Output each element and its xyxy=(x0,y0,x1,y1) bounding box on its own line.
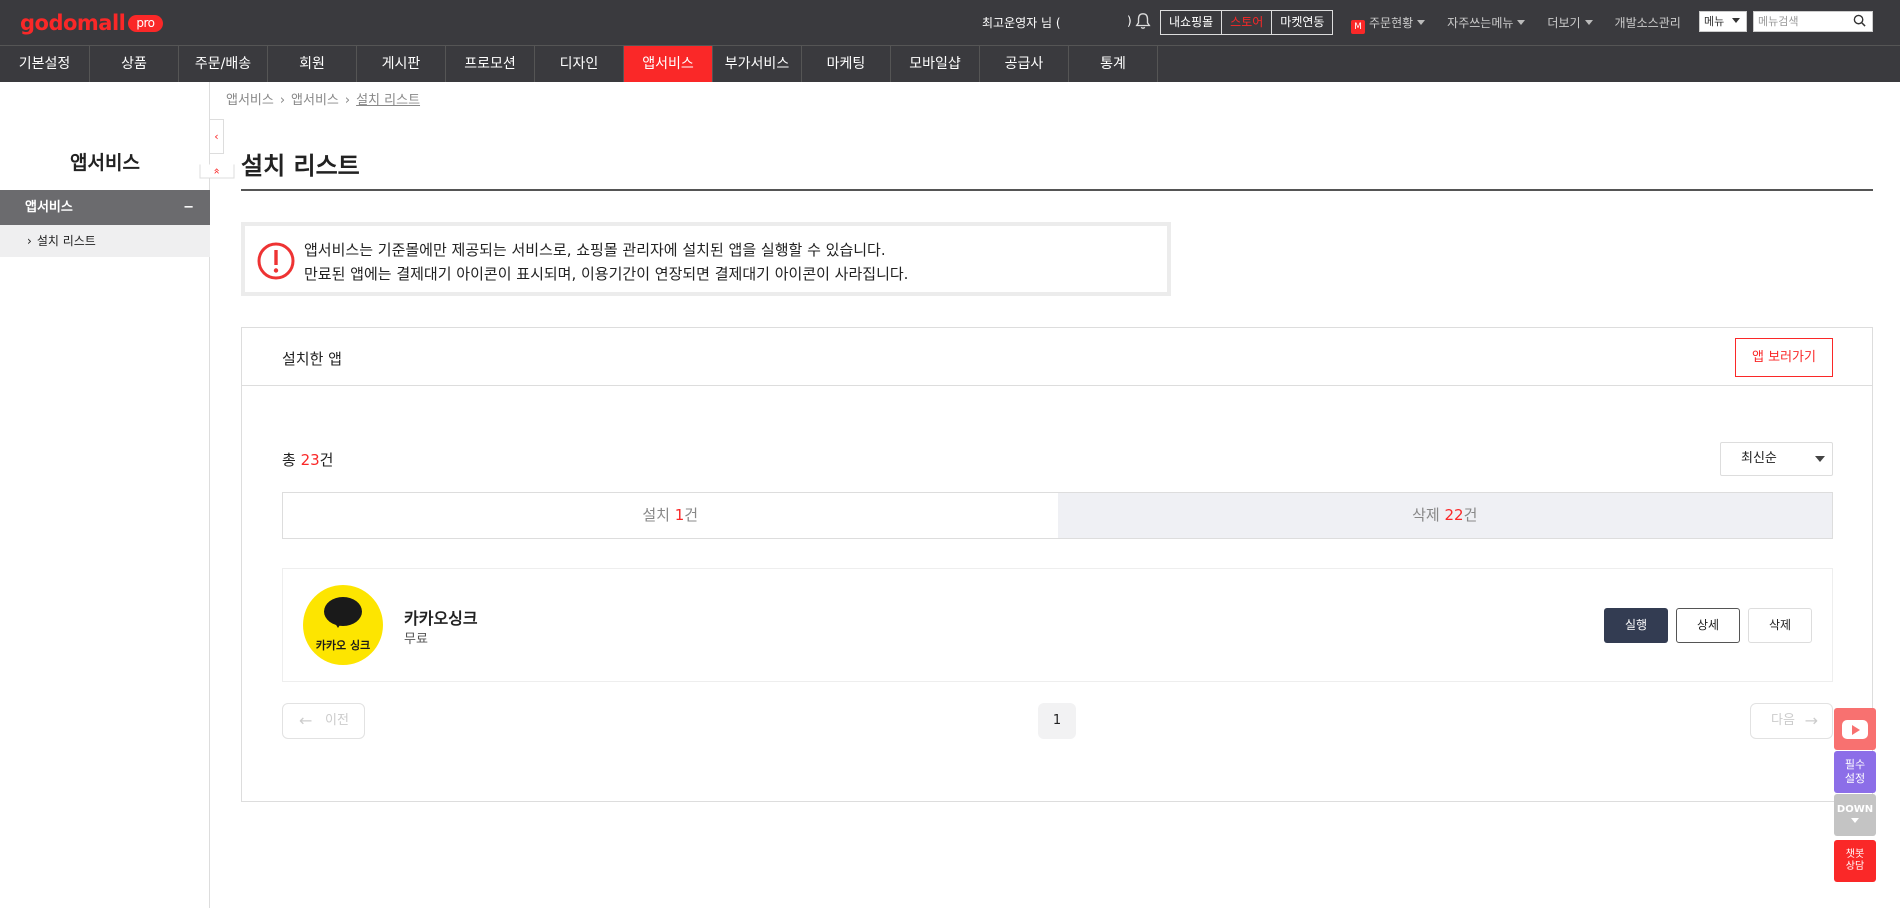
prev-page-button[interactable]: ← 이전 xyxy=(282,703,365,739)
breadcrumb-item[interactable]: 앱서비스 xyxy=(291,93,339,108)
caret-down-icon xyxy=(1584,20,1593,25)
list-item: 카카오 싱크 카카오싱크 무료 실행 상세 삭제 xyxy=(282,568,1833,682)
search-icon[interactable] xyxy=(1853,14,1866,27)
youtube-icon xyxy=(1842,720,1868,739)
admin-name: 최고운영자 님 ( xyxy=(982,16,1061,30)
nav-item-statistics[interactable]: 통계 xyxy=(1069,46,1158,82)
app-price: 무료 xyxy=(404,632,428,647)
my-shop-button[interactable]: 내쇼핑몰 xyxy=(1161,11,1223,34)
arrow-right-icon: → xyxy=(1804,711,1818,730)
tab-deleted[interactable]: 삭제 22건 xyxy=(1057,493,1832,538)
order-status-link[interactable]: M 주문현황 xyxy=(1351,14,1426,34)
sidebar-title: 앱서비스 xyxy=(70,152,140,174)
logo[interactable]: godomall pro xyxy=(20,11,163,35)
sidebar-item-install-list[interactable]: › 설치 리스트 xyxy=(0,225,210,257)
caret-down-icon xyxy=(1517,20,1526,25)
collapse-sidebar-icon[interactable]: ‹ xyxy=(210,119,224,154)
card-header: 설치한 앱 앱 보러가기 xyxy=(242,328,1872,386)
nav-item-supplier[interactable]: 공급사 xyxy=(980,46,1069,82)
dev-source-link[interactable]: 개발소스관리 xyxy=(1615,14,1681,34)
nav-item-products[interactable]: 상품 xyxy=(90,46,179,82)
store-button[interactable]: 스토어 xyxy=(1222,11,1273,34)
more-link[interactable]: 더보기 xyxy=(1547,14,1593,34)
logo-pro-badge: pro xyxy=(128,15,163,32)
nav-item-promotion[interactable]: 프로모션 xyxy=(446,46,535,82)
sort-select[interactable]: 최신순 xyxy=(1720,442,1833,476)
notice-text: 앱서비스는 기준몰에만 제공되는 서비스로, 쇼핑몰 관리자에 설치된 앱을 실… xyxy=(304,241,886,259)
breadcrumb-item[interactable]: 앱서비스 xyxy=(226,93,274,108)
page-number[interactable]: 1 xyxy=(1038,703,1076,739)
breadcrumb-current[interactable]: 설치 리스트 xyxy=(356,93,420,108)
app-name: 카카오싱크 xyxy=(404,609,478,628)
notice-box: 앱서비스는 기준몰에만 제공되는 서비스로, 쇼핑몰 관리자에 설치된 앱을 실… xyxy=(241,222,1171,296)
detail-button[interactable]: 상세 xyxy=(1676,608,1740,643)
caret-down-icon xyxy=(1851,818,1859,823)
chatbot-button[interactable]: 챗봇 상담 xyxy=(1834,840,1876,882)
nav-item-marketing[interactable]: 마케팅 xyxy=(802,46,891,82)
page-title: 설치 리스트 xyxy=(241,152,360,180)
installed-apps-card: 설치한 앱 앱 보러가기 총 23건 최신순 설치 1건 삭제 22건 카카오 … xyxy=(241,327,1873,802)
market-link-button[interactable]: 마켓연동 xyxy=(1272,11,1332,34)
top-links: M 주문현황 자주쓰는메뉴 더보기 개발소스관리 xyxy=(1351,14,1681,34)
top-button-group: 내쇼핑몰 스토어 마켓연동 xyxy=(1160,10,1334,35)
exclamation-icon xyxy=(257,242,295,280)
nav-item-design[interactable]: 디자인 xyxy=(535,46,624,82)
chevron-right-icon: › xyxy=(279,93,286,108)
frequent-menu-link[interactable]: 자주쓰는메뉴 xyxy=(1447,14,1526,34)
caret-down-icon xyxy=(1417,20,1426,25)
title-divider xyxy=(241,189,1873,191)
collapse-icon[interactable]: − xyxy=(183,190,194,225)
browse-apps-button[interactable]: 앱 보러가기 xyxy=(1735,338,1833,377)
nav-item-orders[interactable]: 주문/배송 xyxy=(179,46,268,82)
nav-item-mobile-shop[interactable]: 모바일샵 xyxy=(891,46,980,82)
top-bar: godomall pro 최고운영자 님 ( ) 내쇼핑몰 스토어 마켓연동 M주… xyxy=(0,0,1900,45)
admin-name-close: ) xyxy=(1127,14,1132,28)
card-title: 설치한 앱 xyxy=(282,350,342,368)
sidebar-fold-controls: ‹ « xyxy=(199,119,235,189)
nav-item-basic-settings[interactable]: 기본설정 xyxy=(0,46,90,82)
nav-item-members[interactable]: 회원 xyxy=(268,46,357,82)
breadcrumb: 앱서비스 › 앱서비스 › 설치 리스트 xyxy=(226,89,420,108)
kakao-sync-icon: 카카오 싱크 xyxy=(303,585,383,665)
bell-icon[interactable] xyxy=(1134,12,1152,30)
caret-down-icon xyxy=(1815,456,1825,462)
run-button[interactable]: 실행 xyxy=(1604,608,1668,643)
chevron-right-icon: › xyxy=(27,234,32,248)
sidebar-section-app-service[interactable]: 앱서비스 − xyxy=(0,190,210,225)
chevron-right-icon: › xyxy=(344,93,351,108)
m-badge-icon: M xyxy=(1351,20,1365,34)
nav-item-board[interactable]: 게시판 xyxy=(357,46,446,82)
next-page-button[interactable]: 다음 → xyxy=(1750,703,1833,739)
install-tabs: 설치 1건 삭제 22건 xyxy=(282,492,1833,539)
scroll-top-icon[interactable]: « xyxy=(199,164,235,179)
tab-installed[interactable]: 설치 1건 xyxy=(283,493,1058,538)
caret-down-icon xyxy=(1732,18,1741,23)
youtube-button[interactable] xyxy=(1834,708,1876,750)
scroll-down-button[interactable]: DOWN xyxy=(1834,794,1876,836)
required-settings-button[interactable]: 필수 설정 xyxy=(1834,751,1876,793)
nav-item-addon-service[interactable]: 부가서비스 xyxy=(713,46,802,82)
nav-item-app-service[interactable]: 앱서비스 xyxy=(624,46,713,82)
menu-select[interactable]: 메뉴 xyxy=(1699,11,1747,32)
notice-text: 만료된 앱에는 결제대기 아이콘이 표시되며, 이용기간이 연장되면 결제대기 … xyxy=(304,265,909,283)
arrow-left-icon: ← xyxy=(299,711,313,730)
main-nav: 기본설정 상품 주문/배송 회원 게시판 프로모션 디자인 앱서비스 부가서비스… xyxy=(0,45,1900,82)
delete-button[interactable]: 삭제 xyxy=(1748,608,1812,643)
sidebar: 앱서비스 앱서비스 − › 설치 리스트 xyxy=(0,82,210,908)
total-count: 총 23건 xyxy=(282,451,334,469)
